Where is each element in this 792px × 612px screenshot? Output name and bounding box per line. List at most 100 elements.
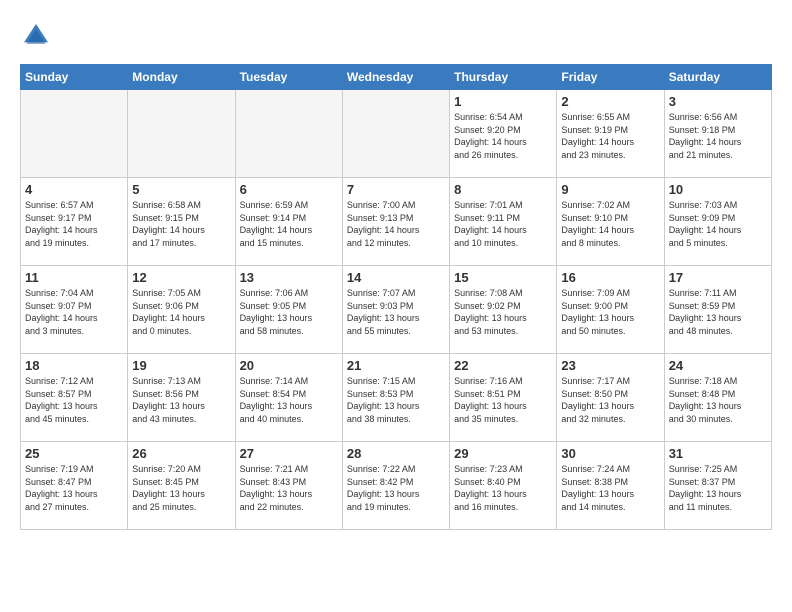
day-info: Sunrise: 6:57 AM Sunset: 9:17 PM Dayligh… <box>25 199 123 249</box>
day-info: Sunrise: 7:20 AM Sunset: 8:45 PM Dayligh… <box>132 463 230 513</box>
day-info: Sunrise: 6:56 AM Sunset: 9:18 PM Dayligh… <box>669 111 767 161</box>
calendar-week-4: 18 Sunrise: 7:12 AM Sunset: 8:57 PM Dayli… <box>21 354 772 442</box>
day-number: 4 <box>25 182 123 197</box>
calendar-cell: 6Sunrise: 6:59 AM Sunset: 9:14 PM Daylig… <box>235 178 342 266</box>
calendar-cell <box>21 90 128 178</box>
day-number: 24 <box>669 358 767 373</box>
day-number: 8 <box>454 182 552 197</box>
day-info: Sunrise: 7:05 AM Sunset: 9:06 PM Dayligh… <box>132 287 230 337</box>
day-number: 13 <box>240 270 338 285</box>
calendar-cell: 23 Sunrise: 7:17 AM Sunset: 8:50 PM Dayli… <box>557 354 664 442</box>
calendar-cell: 27Sunrise: 7:21 AM Sunset: 8:43 PM Dayli… <box>235 442 342 530</box>
calendar-cell: 25 Sunrise: 7:19 AM Sunset: 8:47 PM Dayli… <box>21 442 128 530</box>
calendar-cell: 18 Sunrise: 7:12 AM Sunset: 8:57 PM Dayli… <box>21 354 128 442</box>
calendar-cell: 20Sunrise: 7:14 AM Sunset: 8:54 PM Dayli… <box>235 354 342 442</box>
day-info: Sunrise: 7:24 AM Sunset: 8:38 PM Dayligh… <box>561 463 659 513</box>
day-number: 15 <box>454 270 552 285</box>
day-info: Sunrise: 7:06 AM Sunset: 9:05 PM Dayligh… <box>240 287 338 337</box>
calendar-header-row: SundayMondayTuesdayWednesdayThursdayFrid… <box>21 65 772 90</box>
day-info: Sunrise: 6:54 AM Sunset: 9:20 PM Dayligh… <box>454 111 552 161</box>
day-number: 23 <box>561 358 659 373</box>
calendar-cell: 4 Sunrise: 6:57 AM Sunset: 9:17 PM Daylig… <box>21 178 128 266</box>
calendar-cell: 15 Sunrise: 7:08 AM Sunset: 9:02 PM Dayli… <box>450 266 557 354</box>
day-info: Sunrise: 6:59 AM Sunset: 9:14 PM Dayligh… <box>240 199 338 249</box>
day-number: 30 <box>561 446 659 461</box>
day-number: 9 <box>561 182 659 197</box>
calendar-cell: 21Sunrise: 7:15 AM Sunset: 8:53 PM Dayli… <box>342 354 449 442</box>
calendar-cell: 24 Sunrise: 7:18 AM Sunset: 8:48 PM Dayli… <box>664 354 771 442</box>
day-info: Sunrise: 7:19 AM Sunset: 8:47 PM Dayligh… <box>25 463 123 513</box>
day-number: 27 <box>240 446 338 461</box>
calendar-week-2: 4 Sunrise: 6:57 AM Sunset: 9:17 PM Daylig… <box>21 178 772 266</box>
day-info: Sunrise: 6:58 AM Sunset: 9:15 PM Dayligh… <box>132 199 230 249</box>
day-number: 5 <box>132 182 230 197</box>
calendar-cell: 26 Sunrise: 7:20 AM Sunset: 8:45 PM Dayli… <box>128 442 235 530</box>
calendar-cell: 13 Sunrise: 7:06 AM Sunset: 9:05 PM Dayli… <box>235 266 342 354</box>
calendar-cell: 30 Sunrise: 7:24 AM Sunset: 8:38 PM Dayli… <box>557 442 664 530</box>
day-number: 11 <box>25 270 123 285</box>
day-number: 3 <box>669 94 767 109</box>
day-info: Sunrise: 7:04 AM Sunset: 9:07 PM Dayligh… <box>25 287 123 337</box>
day-number: 29 <box>454 446 552 461</box>
logo <box>20 20 56 52</box>
day-info: Sunrise: 7:00 AM Sunset: 9:13 PM Dayligh… <box>347 199 445 249</box>
calendar-cell <box>235 90 342 178</box>
calendar-cell: 7Sunrise: 7:00 AM Sunset: 9:13 PM Daylig… <box>342 178 449 266</box>
day-info: Sunrise: 7:17 AM Sunset: 8:50 PM Dayligh… <box>561 375 659 425</box>
calendar-table: SundayMondayTuesdayWednesdayThursdayFrid… <box>20 64 772 530</box>
day-info: Sunrise: 7:09 AM Sunset: 9:00 PM Dayligh… <box>561 287 659 337</box>
day-number: 2 <box>561 94 659 109</box>
day-number: 22 <box>454 358 552 373</box>
day-info: Sunrise: 7:13 AM Sunset: 8:56 PM Dayligh… <box>132 375 230 425</box>
calendar-cell: 16 Sunrise: 7:09 AM Sunset: 9:00 PM Dayli… <box>557 266 664 354</box>
calendar-cell: 19Sunrise: 7:13 AM Sunset: 8:56 PM Dayli… <box>128 354 235 442</box>
day-info: Sunrise: 7:18 AM Sunset: 8:48 PM Dayligh… <box>669 375 767 425</box>
calendar-cell: 28Sunrise: 7:22 AM Sunset: 8:42 PM Dayli… <box>342 442 449 530</box>
day-info: Sunrise: 7:07 AM Sunset: 9:03 PM Dayligh… <box>347 287 445 337</box>
day-header-thursday: Thursday <box>450 65 557 90</box>
day-number: 10 <box>669 182 767 197</box>
day-number: 18 <box>25 358 123 373</box>
day-header-tuesday: Tuesday <box>235 65 342 90</box>
calendar-cell: 11 Sunrise: 7:04 AM Sunset: 9:07 PM Dayli… <box>21 266 128 354</box>
day-header-friday: Friday <box>557 65 664 90</box>
day-info: Sunrise: 6:55 AM Sunset: 9:19 PM Dayligh… <box>561 111 659 161</box>
day-info: Sunrise: 7:16 AM Sunset: 8:51 PM Dayligh… <box>454 375 552 425</box>
calendar-cell: 14 Sunrise: 7:07 AM Sunset: 9:03 PM Dayli… <box>342 266 449 354</box>
day-number: 12 <box>132 270 230 285</box>
day-number: 17 <box>669 270 767 285</box>
calendar-cell <box>128 90 235 178</box>
calendar-cell: 12 Sunrise: 7:05 AM Sunset: 9:06 PM Dayli… <box>128 266 235 354</box>
calendar-cell: 1 Sunrise: 6:54 AM Sunset: 9:20 PM Daylig… <box>450 90 557 178</box>
day-info: Sunrise: 7:23 AM Sunset: 8:40 PM Dayligh… <box>454 463 552 513</box>
day-info: Sunrise: 7:14 AM Sunset: 8:54 PM Dayligh… <box>240 375 338 425</box>
day-number: 14 <box>347 270 445 285</box>
day-info: Sunrise: 7:01 AM Sunset: 9:11 PM Dayligh… <box>454 199 552 249</box>
day-info: Sunrise: 7:08 AM Sunset: 9:02 PM Dayligh… <box>454 287 552 337</box>
day-header-sunday: Sunday <box>21 65 128 90</box>
header <box>20 20 772 52</box>
day-header-wednesday: Wednesday <box>342 65 449 90</box>
day-number: 1 <box>454 94 552 109</box>
calendar-cell: 17 Sunrise: 7:11 AM Sunset: 8:59 PM Dayli… <box>664 266 771 354</box>
day-info: Sunrise: 7:22 AM Sunset: 8:42 PM Dayligh… <box>347 463 445 513</box>
calendar-cell: 9Sunrise: 7:02 AM Sunset: 9:10 PM Daylig… <box>557 178 664 266</box>
day-number: 26 <box>132 446 230 461</box>
day-number: 25 <box>25 446 123 461</box>
calendar-cell <box>342 90 449 178</box>
calendar-cell: 8 Sunrise: 7:01 AM Sunset: 9:11 PM Daylig… <box>450 178 557 266</box>
day-info: Sunrise: 7:03 AM Sunset: 9:09 PM Dayligh… <box>669 199 767 249</box>
calendar-cell: 3 Sunrise: 6:56 AM Sunset: 9:18 PM Daylig… <box>664 90 771 178</box>
day-number: 21 <box>347 358 445 373</box>
logo-icon <box>20 20 52 52</box>
day-header-monday: Monday <box>128 65 235 90</box>
calendar-cell: 10 Sunrise: 7:03 AM Sunset: 9:09 PM Dayli… <box>664 178 771 266</box>
calendar-week-1: 1 Sunrise: 6:54 AM Sunset: 9:20 PM Daylig… <box>21 90 772 178</box>
day-number: 16 <box>561 270 659 285</box>
day-info: Sunrise: 7:25 AM Sunset: 8:37 PM Dayligh… <box>669 463 767 513</box>
calendar-cell: 22 Sunrise: 7:16 AM Sunset: 8:51 PM Dayli… <box>450 354 557 442</box>
day-info: Sunrise: 7:11 AM Sunset: 8:59 PM Dayligh… <box>669 287 767 337</box>
calendar-cell: 2 Sunrise: 6:55 AM Sunset: 9:19 PM Daylig… <box>557 90 664 178</box>
day-info: Sunrise: 7:12 AM Sunset: 8:57 PM Dayligh… <box>25 375 123 425</box>
calendar-cell: 31Sunrise: 7:25 AM Sunset: 8:37 PM Dayli… <box>664 442 771 530</box>
